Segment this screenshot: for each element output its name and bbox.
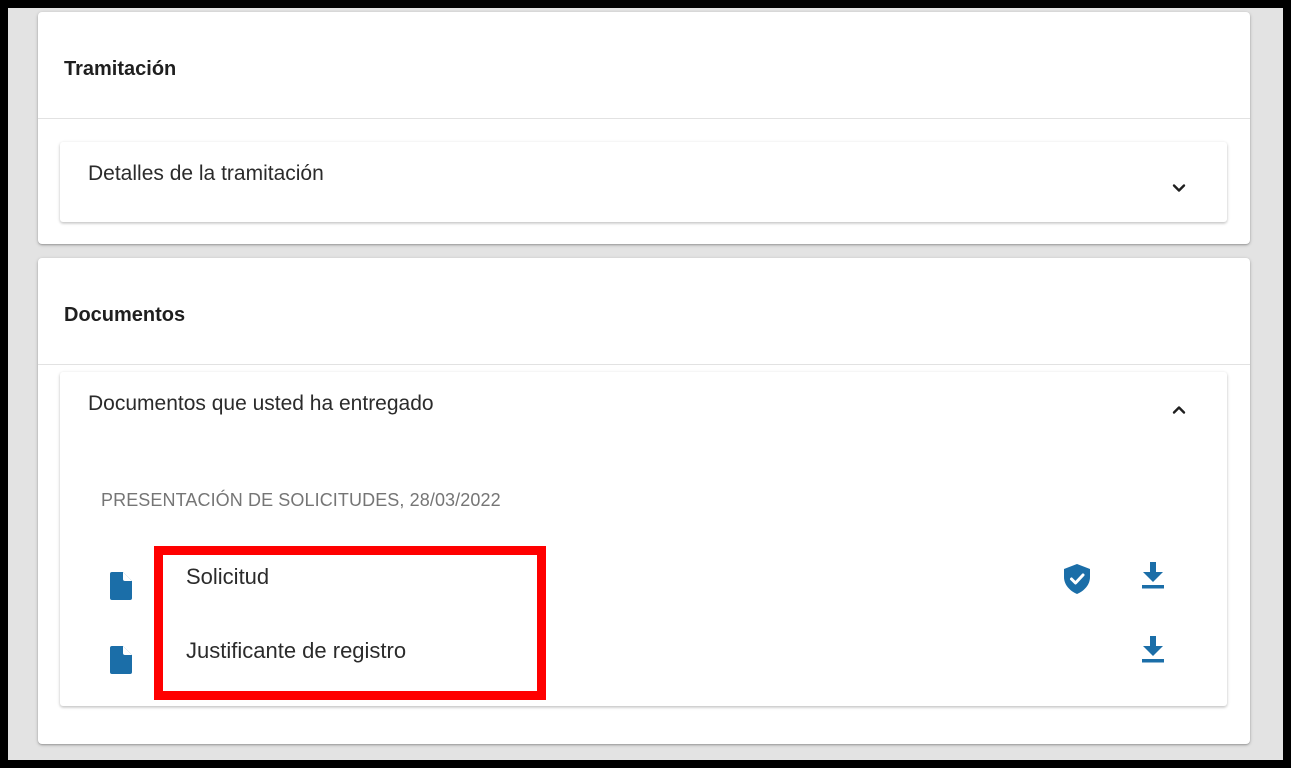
chevron-down-icon[interactable]	[1171, 180, 1187, 196]
tramitacion-card-header: Tramitación	[38, 12, 1250, 119]
tramitacion-details-title[interactable]: Detalles de la tramitación	[88, 162, 324, 186]
documentos-card: Documentos Documentos que usted ha entre…	[38, 258, 1250, 744]
chevron-up-icon[interactable]	[1171, 402, 1187, 418]
document-link-solicitud[interactable]: Solicitud	[186, 564, 269, 590]
documentos-card-title: Documentos	[64, 304, 186, 326]
file-icon	[110, 572, 132, 600]
shield-check-icon[interactable]	[1064, 564, 1090, 594]
tramitacion-details-panel[interactable]: Detalles de la tramitación	[60, 142, 1227, 222]
tramitacion-card-title: Tramitación	[64, 58, 177, 80]
section-label-presentacion: PRESENTACIÓN DE SOLICITUDES, 28/03/2022	[101, 490, 501, 510]
file-icon	[110, 646, 132, 674]
tramitacion-card: Tramitación Detalles de la tramitación	[38, 12, 1250, 244]
documentos-entregados-panel: Documentos que usted ha entregado PRESEN…	[60, 372, 1227, 706]
documentos-card-header: Documentos	[38, 258, 1250, 365]
document-row: Justificante de registro	[110, 636, 1210, 678]
document-link-justificante[interactable]: Justificante de registro	[186, 638, 406, 664]
download-icon[interactable]	[1142, 636, 1164, 664]
documentos-entregados-title[interactable]: Documentos que usted ha entregado	[88, 392, 434, 416]
download-icon[interactable]	[1142, 562, 1164, 590]
page-frame: Tramitación Detalles de la tramitación D…	[8, 8, 1283, 760]
document-row: Solicitud	[110, 562, 1210, 604]
